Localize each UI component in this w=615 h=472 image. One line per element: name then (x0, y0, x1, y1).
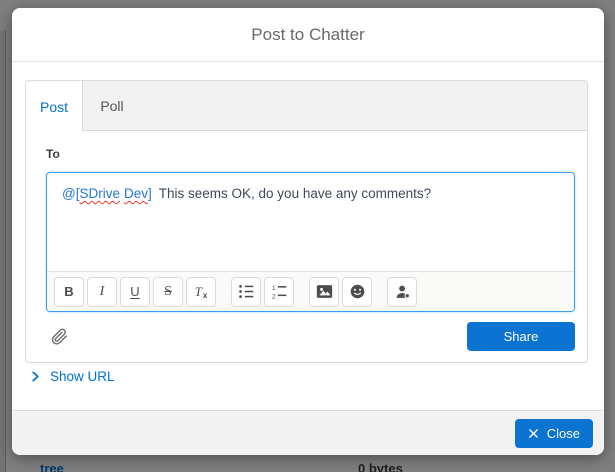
strikethrough-icon: S (164, 284, 172, 300)
paperclip-icon (50, 327, 69, 346)
svg-text:2: 2 (271, 293, 275, 300)
dialog-footer: Close (12, 410, 604, 455)
mention-name: Dev (124, 186, 148, 201)
to-label: To (46, 147, 575, 162)
svg-text:1: 1 (271, 285, 275, 292)
mention-close: ] (148, 186, 152, 201)
dialog-header: Post to Chatter (12, 8, 604, 62)
editor-actions: Share (46, 322, 575, 351)
dialog-title: Post to Chatter (251, 25, 364, 45)
tab-strip: Post Poll (26, 81, 587, 131)
show-url-toggle[interactable]: Show URL (30, 369, 115, 384)
italic-button[interactable]: I (87, 277, 117, 307)
attach-file-button[interactable] (50, 327, 69, 346)
tab-card: Post Poll To @[SDrive Dev] This seems OK, … (25, 80, 588, 363)
mention-name: SDrive (79, 186, 120, 201)
bold-icon: B (64, 284, 73, 299)
clear-formatting-icon: T (195, 284, 202, 300)
chevron-right-icon (30, 371, 41, 382)
clear-formatting-sub: x (203, 291, 207, 300)
tab-post-label: Post (40, 99, 68, 115)
rich-text-toolbar: B I U S Tx (47, 271, 574, 311)
tab-post[interactable]: Post (26, 81, 83, 132)
emoji-icon (349, 283, 366, 300)
insert-emoji-button[interactable] (342, 277, 372, 307)
image-icon (316, 283, 333, 300)
message-textbox[interactable]: @[SDrive Dev] This seems OK, do you have a… (47, 173, 574, 271)
underline-icon: U (130, 284, 139, 299)
user-add-icon (394, 283, 411, 300)
italic-icon: I (100, 284, 105, 300)
close-button-label: Close (547, 426, 580, 441)
post-tab-panel: To @[SDrive Dev] This seems OK, do you hav… (26, 131, 587, 351)
numbered-list-button[interactable]: 1 2 (264, 277, 294, 307)
mention-user-button[interactable] (387, 277, 417, 307)
message-text: This seems OK, do you have any comments? (159, 186, 431, 201)
tab-poll[interactable]: Poll (83, 81, 141, 130)
bold-button[interactable]: B (54, 277, 84, 307)
insert-image-button[interactable] (309, 277, 339, 307)
mention-open: @[ (62, 186, 79, 201)
clear-formatting-button[interactable]: Tx (186, 277, 216, 307)
tab-poll-label: Poll (100, 98, 123, 114)
close-button[interactable]: Close (515, 419, 593, 448)
numbered-list-icon: 1 2 (271, 283, 288, 300)
share-button[interactable]: Share (467, 322, 575, 351)
close-icon (528, 428, 539, 439)
show-url-label: Show URL (50, 369, 115, 384)
bulleted-list-icon (238, 283, 255, 300)
strikethrough-button[interactable]: S (153, 277, 183, 307)
message-editor: @[SDrive Dev] This seems OK, do you have a… (46, 172, 575, 312)
underline-button[interactable]: U (120, 277, 150, 307)
mention-token: @[SDrive Dev] (62, 186, 152, 201)
bulleted-list-button[interactable] (231, 277, 261, 307)
post-to-chatter-dialog: Post to Chatter Post Poll To @[SDrive Dev… (12, 8, 604, 455)
